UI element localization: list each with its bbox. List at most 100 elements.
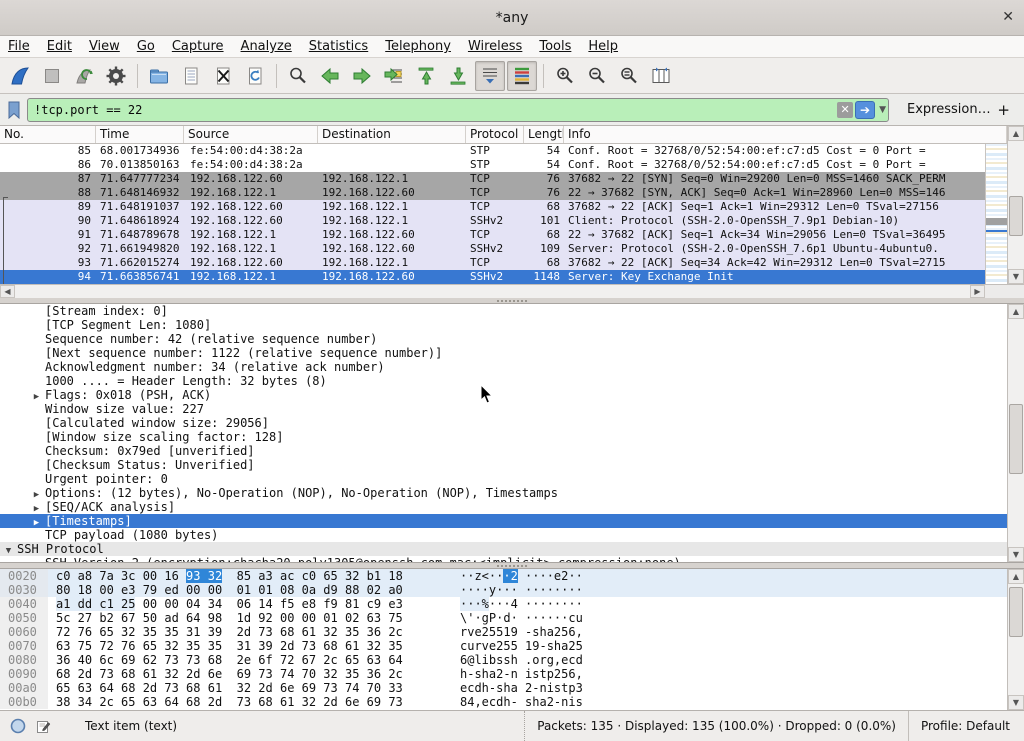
packet-row-91[interactable]: 9171.648789678192.168.122.1192.168.122.6… bbox=[0, 228, 985, 242]
scroll-right-icon[interactable]: ▶ bbox=[970, 285, 985, 298]
menu-analyze[interactable]: Analyze bbox=[241, 39, 292, 54]
hex-row-00b0[interactable]: 00b038 34 2c 65 63 64 68 2d 73 68 61 32 … bbox=[0, 695, 1024, 709]
hex-row-0020[interactable]: 0020c0 a8 7a 3c 00 16 93 32 85 a3 ac c0 … bbox=[0, 569, 1024, 583]
hex-row-0040[interactable]: 0040a1 dd c1 25 00 00 04 34 06 14 f5 e8 … bbox=[0, 597, 1024, 611]
capture-comment-button[interactable] bbox=[36, 719, 51, 734]
go-to-packet-button[interactable] bbox=[379, 61, 409, 91]
menu-statistics[interactable]: Statistics bbox=[309, 39, 368, 54]
stop-capture-button[interactable] bbox=[37, 61, 67, 91]
scroll-up-icon[interactable]: ▲ bbox=[1008, 126, 1024, 141]
detail-field[interactable]: ▶Flags: 0x018 (PSH, ACK) bbox=[0, 388, 1024, 402]
hex-row-0030[interactable]: 003080 18 00 e3 79 ed 00 00 01 01 08 0a … bbox=[0, 583, 1024, 597]
detail-field[interactable]: ▶SSH Version 2 (encryption:chacha20-poly… bbox=[0, 556, 1024, 563]
menu-capture[interactable]: Capture bbox=[172, 39, 224, 54]
close-file-button[interactable] bbox=[208, 61, 238, 91]
expert-info-button[interactable] bbox=[10, 718, 26, 734]
resize-columns-button[interactable] bbox=[646, 61, 676, 91]
column-header-destination[interactable]: Destination bbox=[318, 126, 466, 143]
zoom-out-button[interactable] bbox=[582, 61, 612, 91]
filter-apply-button[interactable]: ➔ bbox=[855, 101, 875, 119]
menu-go[interactable]: Go bbox=[137, 39, 155, 54]
column-header-length[interactable]: Length bbox=[524, 126, 564, 143]
menu-tools[interactable]: Tools bbox=[539, 39, 571, 54]
hex-row-0080[interactable]: 008036 40 6c 69 62 73 73 68 2e 6f 72 67 … bbox=[0, 653, 1024, 667]
packet-row-87[interactable]: 8771.647777234192.168.122.60192.168.122.… bbox=[0, 172, 985, 186]
scroll-down-icon[interactable]: ▼ bbox=[1008, 547, 1024, 562]
packet-row-93[interactable]: 9371.662015274192.168.122.60192.168.122.… bbox=[0, 256, 985, 270]
packet-list-header[interactable]: No.TimeSourceDestinationProtocolLengthIn… bbox=[0, 126, 1007, 144]
packet-list-vscroll-thumb[interactable] bbox=[1009, 196, 1023, 236]
capture-options-button[interactable] bbox=[101, 61, 131, 91]
reload-file-button[interactable] bbox=[240, 61, 270, 91]
hex-row-0060[interactable]: 006072 76 65 32 35 35 31 39 2d 73 68 61 … bbox=[0, 625, 1024, 639]
filter-bookmark-button[interactable] bbox=[3, 98, 25, 122]
menu-view[interactable]: View bbox=[89, 39, 120, 54]
zoom-original-button[interactable] bbox=[614, 61, 644, 91]
start-capture-button[interactable] bbox=[5, 61, 35, 91]
detail-field[interactable]: [Window size scaling factor: 128] bbox=[0, 430, 1024, 444]
auto-scroll-button[interactable] bbox=[475, 61, 505, 91]
bytes-vscroll-thumb[interactable] bbox=[1009, 587, 1023, 637]
column-header-source[interactable]: Source bbox=[184, 126, 318, 143]
filter-history-dropdown-icon[interactable]: ▼ bbox=[879, 105, 886, 115]
scroll-down-icon[interactable]: ▼ bbox=[1008, 695, 1024, 710]
detail-field[interactable]: ▶Options: (12 bytes), No-Operation (NOP)… bbox=[0, 486, 1024, 500]
zoom-in-button[interactable] bbox=[550, 61, 580, 91]
detail-field[interactable]: [Calculated window size: 29056] bbox=[0, 416, 1024, 430]
hex-row-00a0[interactable]: 00a065 63 64 68 2d 73 68 61 32 2d 6e 69 … bbox=[0, 681, 1024, 695]
display-filter-value[interactable]: !tcp.port == 22 bbox=[34, 103, 837, 117]
scroll-down-icon[interactable]: ▼ bbox=[1008, 269, 1024, 284]
menu-help[interactable]: Help bbox=[588, 39, 618, 54]
detail-field[interactable]: 1000 .... = Header Length: 32 bytes (8) bbox=[0, 374, 1024, 388]
detail-field[interactable]: ▶[Timestamps] bbox=[0, 514, 1024, 528]
colorize-packets-button[interactable] bbox=[507, 61, 537, 91]
packet-row-90[interactable]: 9071.648618924192.168.122.60192.168.122.… bbox=[0, 214, 985, 228]
detail-field[interactable]: Checksum: 0x79ed [unverified] bbox=[0, 444, 1024, 458]
detail-field[interactable]: [TCP Segment Len: 1080] bbox=[0, 318, 1024, 332]
save-file-button[interactable] bbox=[176, 61, 206, 91]
add-filter-button[interactable]: + bbox=[997, 101, 1010, 119]
column-header-no[interactable]: No. bbox=[0, 126, 96, 143]
close-icon[interactable]: ✕ bbox=[1002, 9, 1014, 25]
hex-row-0050[interactable]: 00505c 27 b2 67 50 ad 64 98 1d 92 00 00 … bbox=[0, 611, 1024, 625]
packet-row-88[interactable]: 8871.648146932192.168.122.1192.168.122.6… bbox=[0, 186, 985, 200]
detail-vscrollbar[interactable]: ▲ ▼ bbox=[1007, 304, 1024, 562]
column-header-time[interactable]: Time bbox=[96, 126, 184, 143]
detail-field[interactable]: [Next sequence number: 1122 (relative se… bbox=[0, 346, 1024, 360]
intelligent-scrollbar-minimap[interactable] bbox=[985, 144, 1007, 284]
detail-field[interactable]: TCP payload (1080 bytes) bbox=[0, 528, 1024, 542]
menu-edit[interactable]: Edit bbox=[47, 39, 72, 54]
find-packet-button[interactable] bbox=[283, 61, 313, 91]
go-back-button[interactable] bbox=[315, 61, 345, 91]
menu-telephony[interactable]: Telephony bbox=[385, 39, 451, 54]
column-header-info[interactable]: Info bbox=[564, 126, 1007, 143]
hex-row-0090[interactable]: 009068 2d 73 68 61 32 2d 6e 69 73 74 70 … bbox=[0, 667, 1024, 681]
status-profile[interactable]: Profile: Default bbox=[908, 711, 1024, 741]
packet-row-92[interactable]: 9271.661949820192.168.122.1192.168.122.6… bbox=[0, 242, 985, 256]
go-first-button[interactable] bbox=[411, 61, 441, 91]
menu-wireless[interactable]: Wireless bbox=[468, 39, 522, 54]
packet-row-89[interactable]: 8971.648191037192.168.122.60192.168.122.… bbox=[0, 200, 985, 214]
detail-field[interactable]: [Stream index: 0] bbox=[0, 304, 1024, 318]
hex-row-0070[interactable]: 007063 75 72 76 65 32 35 35 31 39 2d 73 … bbox=[0, 639, 1024, 653]
expression-button[interactable]: Expression… bbox=[907, 102, 991, 117]
restart-capture-button[interactable] bbox=[69, 61, 99, 91]
display-filter-input[interactable]: !tcp.port == 22 ✕ ➔ ▼ bbox=[27, 98, 889, 122]
packet-row-85[interactable]: 8568.001734936fe:54:00:d4:38:2aSTP54Conf… bbox=[0, 144, 985, 158]
scroll-left-icon[interactable]: ◀ bbox=[0, 285, 15, 298]
detail-field[interactable]: Sequence number: 42 (relative sequence n… bbox=[0, 332, 1024, 346]
detail-field[interactable]: Window size value: 227 bbox=[0, 402, 1024, 416]
scroll-up-icon[interactable]: ▲ bbox=[1008, 569, 1024, 584]
column-header-protocol[interactable]: Protocol bbox=[466, 126, 524, 143]
detail-field[interactable]: Urgent pointer: 0 bbox=[0, 472, 1024, 486]
detail-field[interactable]: ▼SSH Protocol bbox=[0, 542, 1024, 556]
detail-vscroll-thumb[interactable] bbox=[1009, 404, 1023, 474]
detail-field[interactable]: [Checksum Status: Unverified] bbox=[0, 458, 1024, 472]
scroll-up-icon[interactable]: ▲ bbox=[1008, 304, 1024, 319]
bytes-vscrollbar[interactable]: ▲ ▼ bbox=[1007, 569, 1024, 710]
packet-row-94[interactable]: 9471.663856741192.168.122.1192.168.122.6… bbox=[0, 270, 985, 284]
packet-row-86[interactable]: 8670.013850163fe:54:00:d4:38:2aSTP54Conf… bbox=[0, 158, 985, 172]
filter-clear-button[interactable]: ✕ bbox=[837, 102, 853, 118]
packet-list-vscrollbar[interactable]: ▲ ▼ bbox=[1007, 126, 1024, 284]
go-last-button[interactable] bbox=[443, 61, 473, 91]
